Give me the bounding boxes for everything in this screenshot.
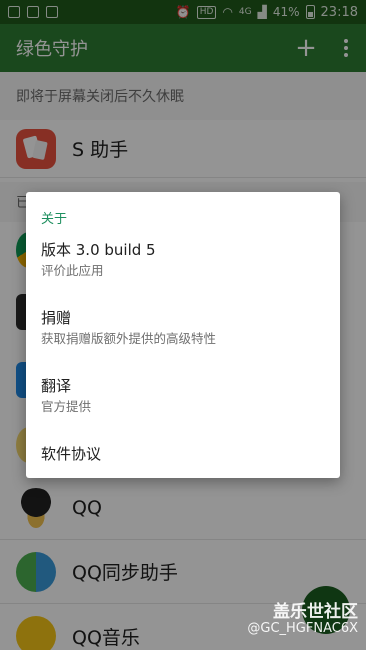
pref-subtitle: 评价此应用 xyxy=(41,263,104,278)
version-item[interactable]: 版本 3.0 build 5 评价此应用 xyxy=(26,240,340,280)
pref-title: 捐赠 xyxy=(41,309,72,327)
watermark-title: 盖乐世社区 xyxy=(273,602,358,622)
donate-item[interactable]: 捐赠 获取捐赠版额外提供的高级特性 xyxy=(26,308,340,348)
about-dialog: 关于 版本 3.0 build 5 评价此应用 捐赠 获取捐赠版额外提供的高级特… xyxy=(26,192,340,478)
translate-item[interactable]: 翻译 官方提供 xyxy=(26,376,340,416)
dialog-section-header: 关于 xyxy=(41,212,68,227)
pref-subtitle: 获取捐赠版额外提供的高级特性 xyxy=(41,331,217,346)
pref-title: 软件协议 xyxy=(41,445,102,463)
license-item[interactable]: 软件协议 xyxy=(26,444,340,464)
watermark-handle: @GC_HGFNAC6X xyxy=(247,621,358,636)
pref-title: 版本 3.0 build 5 xyxy=(41,241,156,259)
pref-title: 翻译 xyxy=(41,377,72,395)
pref-subtitle: 官方提供 xyxy=(41,399,92,414)
